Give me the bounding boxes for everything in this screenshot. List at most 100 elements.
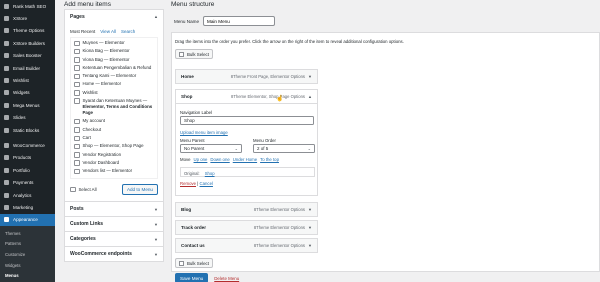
page-checkbox-item[interactable]: Vendor Dashboard bbox=[74, 160, 154, 166]
add-to-menu-button[interactable]: Add to Menu bbox=[121, 184, 158, 195]
menu-item-home[interactable]: Home 8Theme Front Page, Elementor Option… bbox=[175, 69, 318, 84]
page-checkbox-item[interactable]: Vendor Registration bbox=[74, 152, 154, 158]
original-page-link[interactable]: Shop bbox=[205, 171, 215, 176]
menu-order-select[interactable]: 2 of 5 ⌄ bbox=[253, 144, 315, 153]
navigation-label-input[interactable]: Shop bbox=[180, 116, 314, 125]
checkbox-box[interactable] bbox=[74, 73, 80, 80]
bulk-select-bottom[interactable]: Bulk Select bbox=[175, 258, 213, 268]
sidebar-item-portfolio[interactable]: Portfolio bbox=[0, 164, 55, 176]
menu-parent-select[interactable]: No Parent ⌄ bbox=[180, 144, 242, 153]
menu-item-title: Home bbox=[181, 74, 194, 79]
cancel-item-link[interactable]: Cancel bbox=[200, 181, 213, 186]
accordion-posts[interactable]: Posts ▼ bbox=[64, 202, 164, 217]
sidebar-item-sales-booster[interactable]: Sales Booster bbox=[0, 50, 55, 62]
sidebar-item-static-blocks[interactable]: Static Blocks bbox=[0, 124, 55, 136]
remove-item-link[interactable]: Remove bbox=[180, 181, 196, 186]
mega-menus-icon bbox=[4, 102, 9, 108]
sidebar-item-marketing[interactable]: Marketing bbox=[0, 201, 55, 213]
chevron-down-icon[interactable]: ▼ bbox=[308, 207, 312, 212]
page-checkbox-item[interactable]: Wishlist bbox=[74, 90, 154, 96]
checkbox-box[interactable] bbox=[74, 57, 80, 63]
move-to-top-link[interactable]: To the top bbox=[260, 157, 279, 162]
sidebar-item-products[interactable]: Products bbox=[0, 152, 55, 164]
page-checkbox-item[interactable]: Cart bbox=[74, 135, 154, 141]
sidebar-item-widgets[interactable]: Widgets bbox=[0, 87, 55, 99]
menu-item-track-order[interactable]: Track order 8Theme Elementor Options ▼ bbox=[175, 220, 318, 235]
bulk-select-top[interactable]: Bulk Select bbox=[175, 49, 213, 59]
submenu-item-customize[interactable]: Customize bbox=[0, 249, 55, 260]
page-checkbox-item[interactable]: Syarat dan Ketentuan Muynes — Elementor, … bbox=[74, 98, 154, 116]
chevron-up-icon[interactable]: ▲ bbox=[308, 94, 312, 99]
page-checkbox-item[interactable]: Tentang Kami — Elementor bbox=[74, 73, 154, 80]
move-under-home-link[interactable]: Under Home bbox=[233, 157, 257, 162]
page-checkbox-item[interactable]: My account bbox=[74, 118, 154, 125]
move-up-one-link[interactable]: Up one bbox=[194, 157, 208, 162]
sidebar-item-theme-options[interactable]: Theme Options bbox=[0, 25, 55, 37]
payments-icon bbox=[4, 180, 9, 186]
submenu-item-menus[interactable]: Menus bbox=[0, 270, 55, 281]
navigation-label-title: Navigation Label bbox=[180, 110, 213, 115]
checkbox-box[interactable] bbox=[74, 143, 80, 150]
page-checkbox-item[interactable]: Kiona Bag — Elementor bbox=[74, 48, 154, 55]
delete-menu-link[interactable]: Delete Menu bbox=[214, 276, 239, 281]
select-all-checkbox[interactable]: Select All bbox=[70, 186, 97, 193]
tab-view-all[interactable]: View All bbox=[100, 29, 116, 34]
sidebar-item-payments[interactable]: Payments bbox=[0, 176, 55, 188]
page-checkbox-text: Ketentuan Pengembalian & Refund bbox=[83, 65, 152, 71]
sidebar-item-appearance[interactable]: Appearance bbox=[0, 213, 55, 227]
page-checkbox-item[interactable]: Muynes — Elementor bbox=[74, 40, 154, 46]
accordion-categories[interactable]: Categories ▼ bbox=[64, 232, 164, 247]
sidebar-item-woocommerce[interactable]: WooCommerce bbox=[0, 139, 55, 151]
sidebar-item-slides[interactable]: Slides bbox=[0, 112, 55, 124]
checkbox-box[interactable] bbox=[179, 51, 184, 57]
accordion-custom-links[interactable]: Custom Links ▼ bbox=[64, 217, 164, 232]
checkbox-box[interactable] bbox=[74, 81, 80, 88]
move-down-one-link[interactable]: Down one bbox=[210, 157, 229, 162]
submenu-item-patterns[interactable]: Patterns bbox=[0, 239, 55, 250]
submenu-item-themes[interactable]: Themes bbox=[0, 228, 55, 239]
menu-item-shop[interactable]: Shop 8Theme Elementor, Shop Page Options… bbox=[175, 89, 318, 104]
checkbox-box[interactable] bbox=[74, 135, 80, 141]
page-checkbox-item[interactable]: Vendors list — Elementor bbox=[74, 168, 154, 175]
checkbox-box[interactable] bbox=[74, 65, 80, 71]
sidebar-item-email-builder[interactable]: Email Builder bbox=[0, 62, 55, 74]
woocommerce-icon bbox=[4, 142, 9, 148]
accordion-woocommerce-endpoints[interactable]: WooCommerce endpoints ▼ bbox=[64, 247, 164, 262]
save-menu-button[interactable]: Save Menu bbox=[175, 273, 209, 282]
chevron-up-icon[interactable]: ▲ bbox=[154, 14, 158, 19]
tab-search[interactable]: Search bbox=[121, 29, 135, 34]
page-checkbox-item[interactable]: Viona Bag — Elementor bbox=[74, 57, 154, 63]
sidebar-item-wishlist[interactable]: Wishlist bbox=[0, 74, 55, 86]
chevron-down-icon[interactable]: ▼ bbox=[308, 225, 312, 230]
pages-panel-header[interactable]: Pages ▲ bbox=[65, 10, 163, 23]
menu-name-input[interactable] bbox=[203, 16, 276, 26]
checkbox-box[interactable] bbox=[74, 127, 80, 133]
upload-menu-item-image-link[interactable]: Upload menu item image bbox=[180, 130, 228, 135]
menu-item-contact-us[interactable]: Contact us 8Theme Elementor Options ▼ bbox=[175, 238, 318, 253]
checkbox-box[interactable] bbox=[74, 40, 80, 46]
checkbox-box[interactable] bbox=[74, 118, 80, 125]
checkbox-box[interactable] bbox=[74, 90, 80, 96]
sidebar-item-mega-menus[interactable]: Mega Menus bbox=[0, 99, 55, 111]
sidebar-item-xstore-builders[interactable]: XStore Builders bbox=[0, 37, 55, 49]
submenu-item-widgets[interactable]: Widgets bbox=[0, 260, 55, 271]
sidebar-item-xstore[interactable]: XStore bbox=[0, 12, 55, 24]
checkbox-box[interactable] bbox=[179, 260, 184, 266]
checkbox-box[interactable] bbox=[74, 160, 80, 166]
sidebar-item-rank-math-seo[interactable]: Rank Math SEO bbox=[0, 0, 55, 12]
chevron-down-icon[interactable]: ▼ bbox=[308, 243, 312, 248]
page-checkbox-item[interactable]: Home — Elementor bbox=[74, 81, 154, 88]
chevron-down-icon[interactable]: ▼ bbox=[308, 74, 312, 79]
sidebar-item-analytics[interactable]: Analytics bbox=[0, 189, 55, 201]
checkbox-box[interactable] bbox=[74, 98, 80, 104]
checkbox-box[interactable] bbox=[74, 168, 80, 175]
tab-most-recent[interactable]: Most Recent bbox=[70, 29, 95, 34]
page-checkbox-item[interactable]: Checkout bbox=[74, 127, 154, 133]
chevron-down-icon: ▼ bbox=[154, 221, 158, 227]
menu-item-blog[interactable]: Blog 8Theme Elementor Options ▼ bbox=[175, 202, 318, 217]
checkbox-box[interactable] bbox=[70, 186, 76, 193]
checkbox-box[interactable] bbox=[74, 152, 80, 158]
page-checkbox-item[interactable]: Ketentuan Pengembalian & Refund bbox=[74, 65, 154, 71]
page-checkbox-item[interactable]: Shop — Elementor, Shop Page bbox=[74, 143, 154, 150]
checkbox-box[interactable] bbox=[74, 48, 80, 55]
